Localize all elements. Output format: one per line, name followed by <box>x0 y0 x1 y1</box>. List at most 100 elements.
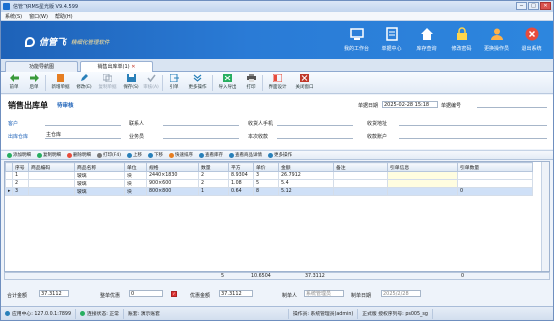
discount-checkbox[interactable]: ✓ <box>171 291 177 297</box>
date-field[interactable]: 2025-02-28 15:18 <box>382 101 438 108</box>
column-header[interactable]: 商品名称 <box>74 162 125 172</box>
move-up-button[interactable]: 上移 <box>125 151 144 159</box>
table-cell[interactable] <box>28 171 75 180</box>
column-header[interactable]: 备注 <box>333 162 388 172</box>
import-export-button[interactable]: 导入导出 <box>214 72 241 93</box>
print-button[interactable]: 打印 <box>241 72 261 93</box>
move-down-button[interactable]: 下移 <box>146 151 165 159</box>
table-cell[interactable] <box>333 179 388 188</box>
table-cell[interactable]: 5.12 <box>278 187 334 196</box>
table-cell[interactable] <box>28 179 75 188</box>
table-cell[interactable]: 玻璃 <box>74 187 125 196</box>
account-field[interactable] <box>399 132 547 139</box>
table-row[interactable]: 2 玻璃 块 900×600 2 1.08 5 5.4 <box>5 179 533 188</box>
add-row-button[interactable]: 添加明细 <box>5 151 33 159</box>
table-cell[interactable]: 玻璃 <box>74 179 125 188</box>
prev-button[interactable]: 前单 <box>4 72 24 93</box>
table-cell[interactable] <box>387 171 458 180</box>
close-window-button[interactable]: ✕ <box>540 2 551 10</box>
address-field[interactable] <box>399 119 547 126</box>
table-cell[interactable]: 0.64 <box>228 187 254 196</box>
nav-documents-button[interactable]: 单据中心 <box>374 24 409 58</box>
table-cell[interactable]: 2 <box>198 171 229 180</box>
table-cell[interactable]: 26.7912 <box>278 171 334 180</box>
menu-help[interactable]: 帮助(H) <box>55 13 73 20</box>
table-cell[interactable]: 800×800 <box>146 187 199 196</box>
table-cell[interactable] <box>333 187 388 196</box>
salesman-field[interactable] <box>163 132 239 139</box>
column-header[interactable]: 数量 <box>198 162 229 172</box>
column-header[interactable]: 序号 <box>12 162 29 172</box>
column-header[interactable]: 引单信息 <box>387 162 458 172</box>
menu-window[interactable]: 窗口(W) <box>29 13 48 20</box>
table-cell[interactable]: 1 <box>198 187 229 196</box>
copy-row-button[interactable]: 复制明细 <box>35 151 63 159</box>
close-document-button[interactable]: 关闭窗口 <box>291 72 318 93</box>
column-header[interactable]: 金额 <box>278 162 334 172</box>
table-cell[interactable]: 8.9304 <box>228 171 254 180</box>
view-detail-button[interactable]: 查看商品详情 <box>227 151 264 159</box>
nav-workbench-button[interactable]: 我的工作台 <box>339 24 374 58</box>
nav-inventory-button[interactable]: 库存查询 <box>409 24 444 58</box>
warehouse-field[interactable]: 主仓库 <box>45 132 121 139</box>
column-header[interactable]: 商品编码 <box>28 162 75 172</box>
table-cell[interactable] <box>457 171 533 180</box>
discount-field[interactable]: 0 <box>129 290 163 297</box>
table-cell[interactable]: 块 <box>124 179 147 188</box>
table-cell[interactable]: 8 <box>253 187 279 196</box>
table-cell[interactable]: 块 <box>124 171 147 180</box>
edit-button[interactable]: 修改(E) <box>74 72 94 93</box>
table-cell[interactable]: 0 <box>457 187 533 196</box>
table-cell[interactable]: 5 <box>253 179 279 188</box>
number-field[interactable] <box>477 101 547 108</box>
table-row[interactable]: ▸ 3 玻璃 块 800×800 1 0.64 8 5.12 0 <box>5 187 533 196</box>
tab-close-icon[interactable]: ✕ <box>131 64 135 70</box>
table-cell[interactable]: 3 <box>253 171 279 180</box>
table-cell[interactable]: 5.4 <box>278 179 334 188</box>
delete-row-button[interactable]: 删除明细 <box>65 151 93 159</box>
table-cell[interactable] <box>333 171 388 180</box>
save-button[interactable]: 保存(S) <box>121 72 141 93</box>
table-cell[interactable]: 2 <box>12 179 29 188</box>
table-cell[interactable]: 块 <box>124 187 147 196</box>
table-cell[interactable]: 2440×1830 <box>146 171 199 180</box>
more-detail-actions-button[interactable]: 更多操作 <box>266 151 294 159</box>
minimize-button[interactable]: ─ <box>516 2 527 10</box>
table-cell[interactable]: 900×600 <box>146 179 199 188</box>
view-stock-button[interactable]: 查看库存 <box>197 151 225 159</box>
maximize-button[interactable]: □ <box>528 2 539 10</box>
next-button[interactable]: 后单 <box>24 72 44 93</box>
copy-document-button[interactable]: 复制单据 <box>94 72 121 93</box>
column-header[interactable]: 单位 <box>124 162 147 172</box>
column-header[interactable]: 规格 <box>146 162 199 172</box>
table-cell[interactable]: 1.08 <box>228 179 254 188</box>
nav-exit-button[interactable]: 退出系统 <box>514 24 549 58</box>
customer-field[interactable] <box>45 119 121 126</box>
table-cell[interactable]: 3 <box>12 187 29 196</box>
nav-password-button[interactable]: 修改密码 <box>444 24 479 58</box>
table-cell[interactable] <box>387 187 458 196</box>
receiver-phone-field[interactable] <box>277 119 353 126</box>
table-cell[interactable] <box>28 187 75 196</box>
approve-button[interactable]: 审核(A) <box>141 72 161 93</box>
more-actions-button[interactable]: 更多操作 <box>184 72 211 93</box>
payment-field[interactable] <box>277 132 353 139</box>
tab-sales-outbound[interactable]: 销售出库单(1) ✕ <box>80 61 153 72</box>
ui-design-button[interactable]: 界面设计 <box>264 72 291 93</box>
vertical-scrollbar[interactable] <box>541 162 549 271</box>
nav-switch-user-button[interactable]: 更换操作员 <box>479 24 514 58</box>
quick-sort-button[interactable]: 快速排序 <box>167 151 195 159</box>
column-header[interactable]: 引单数量 <box>457 162 533 172</box>
table-cell[interactable] <box>457 179 533 188</box>
column-header[interactable]: 单价 <box>253 162 279 172</box>
table-row[interactable]: 1 玻璃 块 2440×1830 2 8.9304 3 26.7912 <box>5 171 533 180</box>
print-detail-button[interactable]: 打印(F4) <box>95 151 123 159</box>
new-document-button[interactable]: 新增单据 <box>47 72 74 93</box>
table-cell[interactable]: 玻璃 <box>74 171 125 180</box>
table-cell[interactable] <box>387 179 458 188</box>
contact-field[interactable] <box>163 119 239 126</box>
tab-function-nav[interactable]: 功能导航图 <box>5 61 78 72</box>
import-order-button[interactable]: 引单 <box>164 72 184 93</box>
column-header[interactable]: 平方 <box>228 162 254 172</box>
table-cell[interactable]: 1 <box>12 171 29 180</box>
